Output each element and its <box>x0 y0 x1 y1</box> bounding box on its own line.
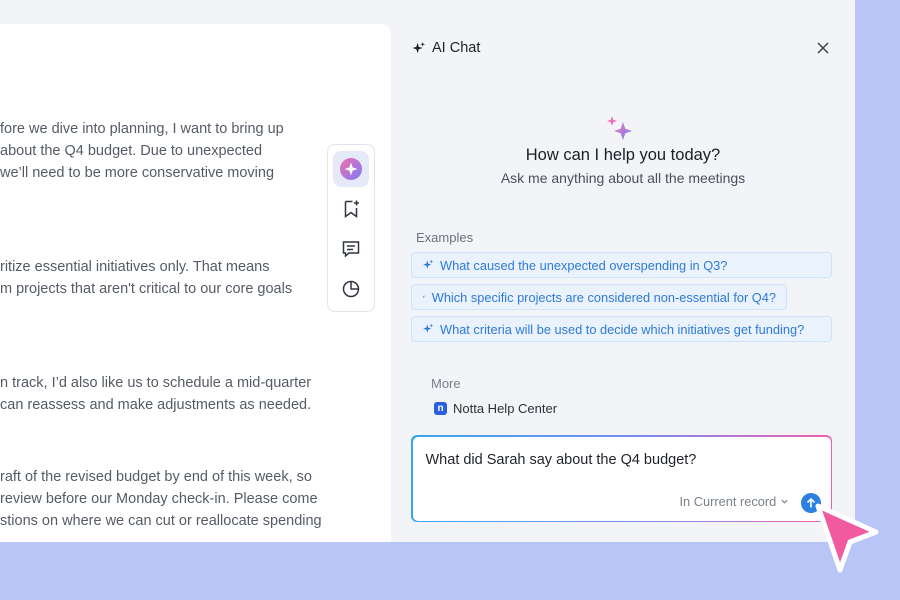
transcript-line: review before our Monday check-in. Pleas… <box>0 491 318 507</box>
example-prompt-text: What criteria will be used to decide whi… <box>440 321 805 337</box>
transcript-line: stions on where we can cut or reallocate… <box>0 513 322 529</box>
sparkle-icon <box>423 259 434 269</box>
help-center-link[interactable]: n Notta Help Center <box>434 401 557 416</box>
example-prompt-text: Which specific projects are considered n… <box>431 289 776 305</box>
notta-logo-icon: n <box>434 402 447 415</box>
chat-input[interactable]: What did Sarah say about the Q4 budget? <box>426 452 697 468</box>
scope-dropdown[interactable]: In Current record <box>680 494 790 509</box>
transcript-line: raft of the revised budget by end of thi… <box>0 469 312 485</box>
close-button[interactable] <box>814 39 832 57</box>
example-prompt-text: What caused the unexpected overspending … <box>440 257 728 273</box>
transcript-paragraph: raft of the revised budget by end of thi… <box>0 466 380 532</box>
chat-welcome-title: How can I help you today? <box>525 146 721 164</box>
scope-label: In Current record <box>679 493 777 509</box>
comments-button[interactable] <box>333 231 369 267</box>
ai-chat-button[interactable] <box>333 151 369 187</box>
transcript-line: about the Q4 budget. Due to unexpected <box>0 143 263 159</box>
pie-chart-icon <box>342 280 360 298</box>
transcript-line: can reassess and make adjustments as nee… <box>0 397 312 413</box>
side-toolbar <box>327 144 375 312</box>
sparkle-icon <box>422 295 426 299</box>
ai-sparkle-icon <box>340 158 362 180</box>
example-prompt[interactable]: What criteria will be used to decide whi… <box>411 316 832 342</box>
sparkle-icon <box>423 323 434 333</box>
transcript-paragraph: fore we dive into planning, I want to br… <box>0 118 380 184</box>
help-center-label: Notta Help Center <box>453 401 558 416</box>
transcript-line: fore we dive into planning, I want to br… <box>0 121 284 137</box>
bookmark-plus-icon <box>344 200 359 218</box>
close-icon <box>817 42 829 54</box>
chat-title: AI Chat <box>432 40 481 56</box>
more-label: More <box>431 376 461 391</box>
chat-input-box[interactable]: What did Sarah say about the Q4 budget? … <box>411 435 832 522</box>
example-prompt[interactable]: What caused the unexpected overspending … <box>411 252 832 278</box>
transcript-line: n track, I’d also like us to schedule a … <box>0 375 312 391</box>
sparkle-icon <box>412 41 426 53</box>
transcript-line: ritize essential initiatives only. That … <box>0 259 270 275</box>
transcript-paragraph: n track, I’d also like us to schedule a … <box>0 372 380 416</box>
ai-sparkles-icon <box>607 116 632 140</box>
chat-welcome-subtitle: Ask me anything about all the meetings <box>500 170 746 186</box>
transcript-line: m projects that aren't critical to our c… <box>0 281 293 297</box>
insights-button[interactable] <box>333 271 369 307</box>
chevron-down-icon <box>781 499 788 504</box>
pointer-cursor-icon <box>815 503 879 573</box>
transcript-paragraph: ritize essential initiatives only. That … <box>0 256 380 300</box>
transcript-line: we’ll need to be more conservative movin… <box>0 165 275 181</box>
examples-label: Examples <box>416 230 474 245</box>
chat-header: AI Chat <box>411 38 480 58</box>
example-prompt[interactable]: Which specific projects are considered n… <box>411 284 787 310</box>
comment-icon <box>342 241 360 258</box>
add-bookmark-button[interactable] <box>333 191 369 227</box>
